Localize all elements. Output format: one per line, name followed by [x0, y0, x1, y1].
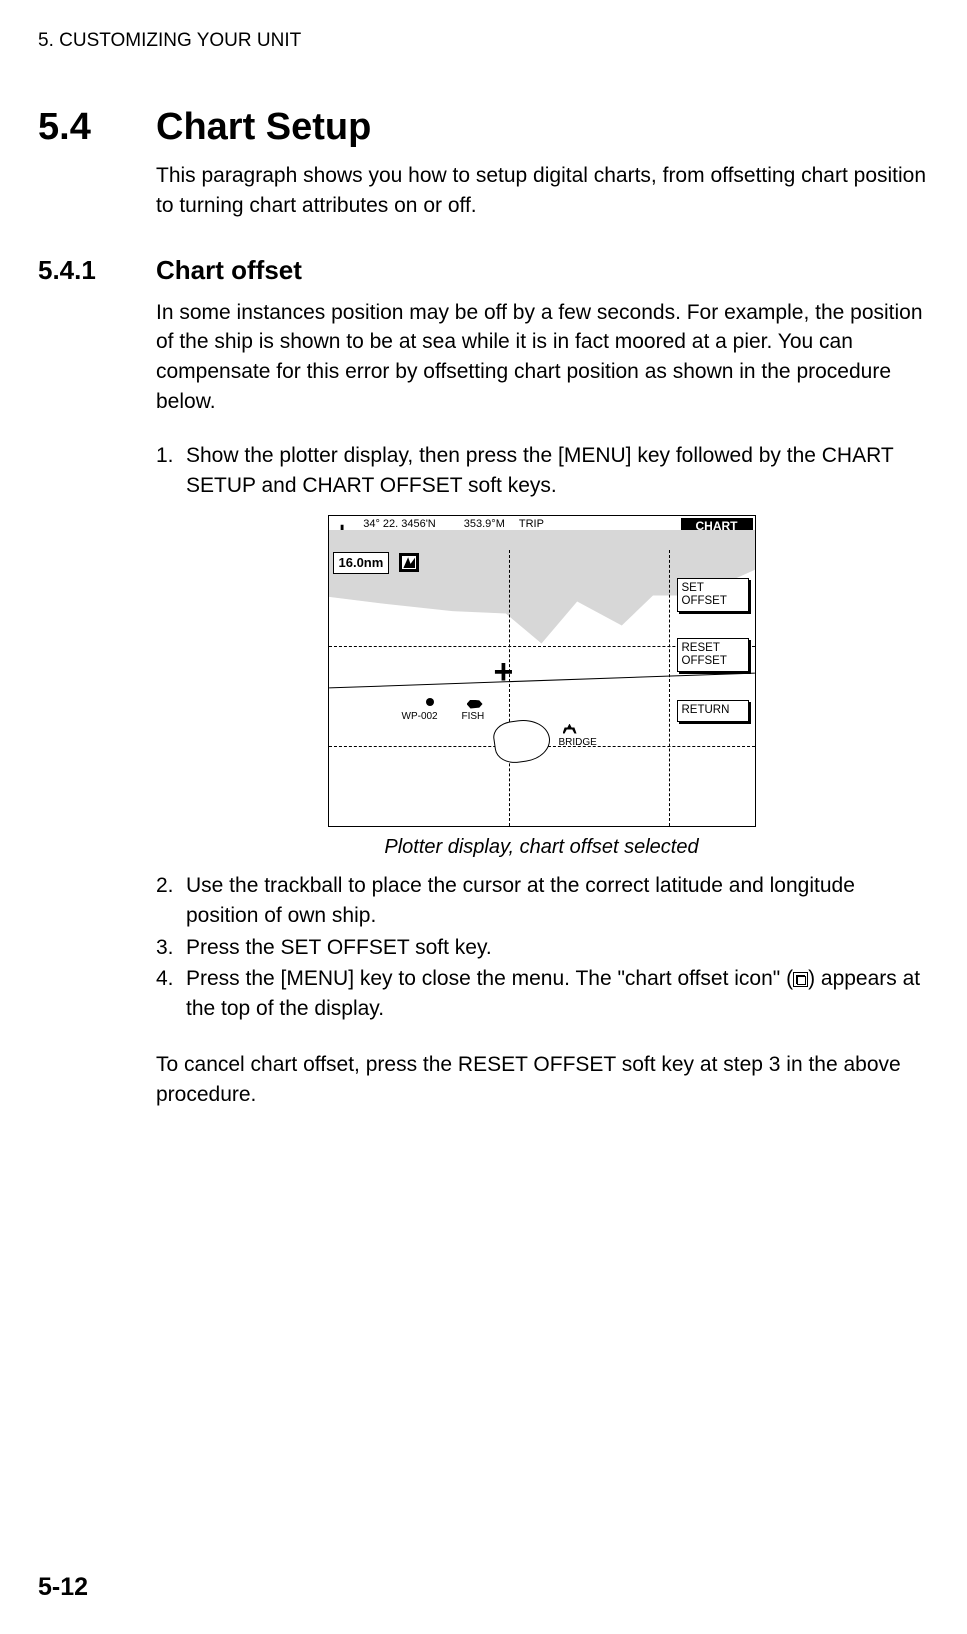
step-text: Show the plotter display, then press the… [186, 441, 927, 501]
softkey-line-1: SET [682, 582, 744, 595]
step-number: 2. [156, 871, 186, 931]
step-text: Press the SET OFFSET soft key. [186, 933, 927, 963]
chapter-header: 5. CUSTOMIZING YOUR UNIT [38, 30, 927, 52]
subsection-intro: In some instances position may be off by… [156, 298, 927, 417]
softkey-set-offset[interactable]: SET OFFSET [677, 578, 749, 612]
trip-label: TRIP [519, 518, 544, 531]
heading: 353.9°M [464, 518, 505, 531]
section-title: Chart Setup [156, 106, 371, 149]
figure-caption: Plotter display, chart offset selected [384, 833, 698, 861]
coast-line [329, 672, 755, 688]
figure-plotter: + 34° 22. 3456'N 080° 22. 3456'E 353.9°M… [156, 515, 927, 861]
waypoint-label: WP-002 [402, 710, 438, 724]
step-text: Use the trackball to place the cursor at… [186, 871, 927, 931]
range-box: 16.0nm [333, 552, 390, 574]
subsection-number: 5.4.1 [38, 255, 156, 286]
step-4: 4. Press the [MENU] key to close the men… [156, 964, 927, 1024]
waypoint-dot-icon [426, 698, 434, 706]
step-1: 1. Show the plotter display, then press … [156, 441, 927, 501]
step-number: 1. [156, 441, 186, 501]
chart-offset-icon [793, 972, 808, 987]
section-number: 5.4 [38, 106, 156, 149]
bridge-label: BRIDGE [559, 736, 597, 750]
softkey-line-2: OFFSET [682, 655, 744, 668]
grid-line-v2 [669, 550, 670, 826]
island-shape [491, 716, 552, 765]
softkey-line-1: RESET [682, 642, 744, 655]
softkey-return[interactable]: RETURN [677, 700, 749, 722]
page-number: 5-12 [38, 1573, 88, 1602]
subsection-title: Chart offset [156, 255, 302, 286]
step-4a: Press the [MENU] key to close the menu. … [186, 967, 793, 990]
latitude: 34° 22. 3456'N [358, 518, 436, 531]
section-heading: 5.4 Chart Setup [38, 106, 927, 149]
step-number: 4. [156, 964, 186, 1024]
plotter-display: + 34° 22. 3456'N 080° 22. 3456'E 353.9°M… [328, 515, 756, 827]
step-3: 3. Press the SET OFFSET soft key. [156, 933, 927, 963]
step-text: Press the [MENU] key to close the menu. … [186, 964, 927, 1024]
step-2: 2. Use the trackball to place the cursor… [156, 871, 927, 931]
subsection-heading: 5.4.1 Chart offset [38, 255, 927, 286]
cancel-note: To cancel chart offset, press the RESET … [156, 1050, 927, 1110]
softkey-line-2: OFFSET [682, 595, 744, 608]
section-intro: This paragraph shows you how to setup di… [156, 161, 927, 221]
range-row: 16.0nm [333, 552, 420, 574]
step-number: 3. [156, 933, 186, 963]
fish-label: FISH [462, 710, 485, 724]
center-cursor-icon: + [494, 662, 514, 682]
north-up-icon [399, 553, 419, 572]
fish-icon [467, 700, 483, 709]
softkey-reset-offset[interactable]: RESET OFFSET [677, 638, 749, 672]
bridge-icon [563, 724, 577, 734]
